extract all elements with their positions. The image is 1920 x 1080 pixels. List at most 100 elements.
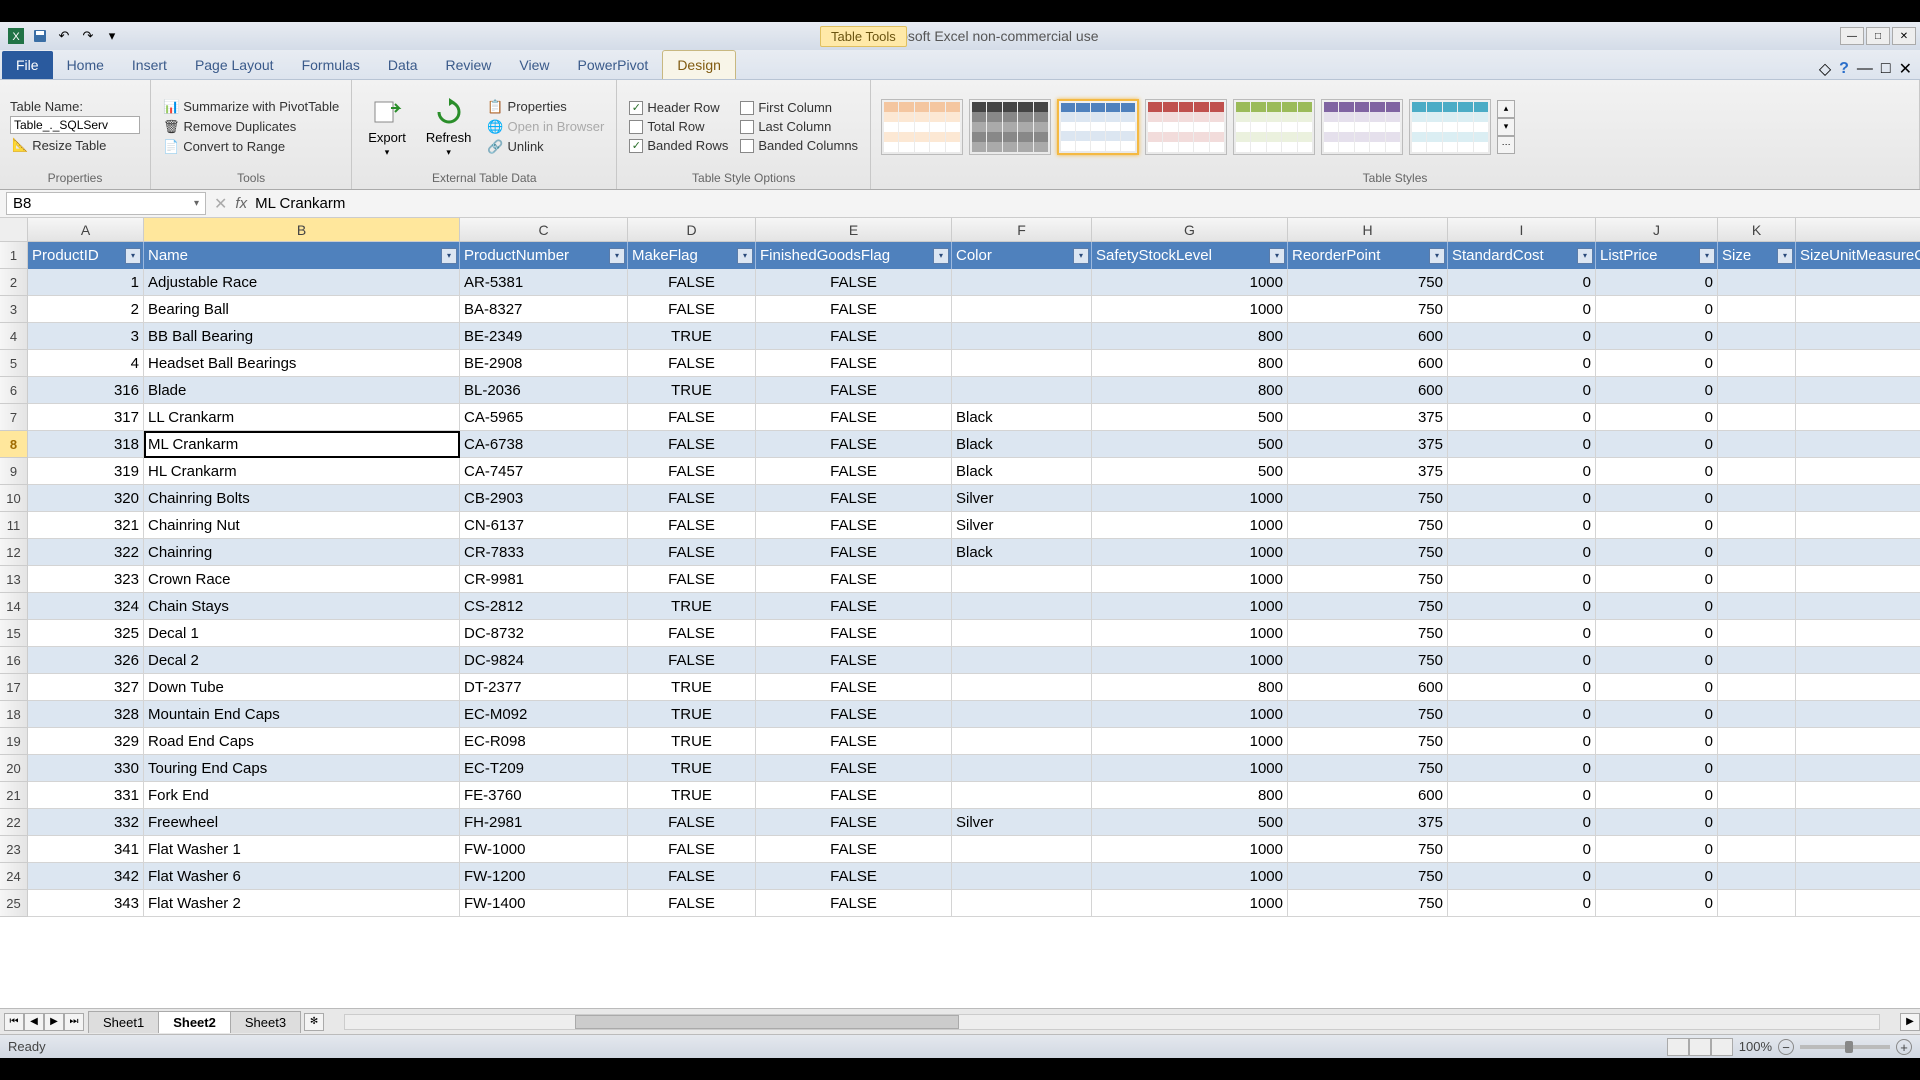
- cell[interactable]: 0: [1448, 377, 1596, 404]
- cell[interactable]: 0: [1596, 539, 1718, 566]
- cell[interactable]: [1796, 377, 1920, 404]
- cell[interactable]: DC-8732: [460, 620, 628, 647]
- cell[interactable]: Mountain End Caps: [144, 701, 460, 728]
- row-header-18[interactable]: 18: [0, 701, 28, 728]
- cell[interactable]: [1718, 350, 1796, 377]
- cell[interactable]: [1718, 674, 1796, 701]
- cell[interactable]: CA-7457: [460, 458, 628, 485]
- export-button[interactable]: Export▾: [362, 92, 412, 162]
- cell[interactable]: 600: [1288, 350, 1448, 377]
- cell[interactable]: 0: [1596, 674, 1718, 701]
- cell[interactable]: CN-6137: [460, 512, 628, 539]
- qat-dropdown-icon[interactable]: ▾: [102, 26, 122, 46]
- table-style-swatch-4[interactable]: [1233, 99, 1315, 155]
- cell[interactable]: 0: [1596, 836, 1718, 863]
- cell[interactable]: [1718, 566, 1796, 593]
- cell[interactable]: FALSE: [756, 674, 952, 701]
- cell[interactable]: [1718, 728, 1796, 755]
- cell[interactable]: [1796, 458, 1920, 485]
- cell[interactable]: Flat Washer 2: [144, 890, 460, 917]
- cell[interactable]: [1796, 539, 1920, 566]
- cell[interactable]: [1796, 647, 1920, 674]
- cell[interactable]: [1718, 863, 1796, 890]
- last-column-checkbox[interactable]: Last Column: [738, 118, 860, 135]
- cell[interactable]: 1000: [1092, 485, 1288, 512]
- row-header-24[interactable]: 24: [0, 863, 28, 890]
- cell[interactable]: 0: [1448, 890, 1596, 917]
- cell[interactable]: Silver: [952, 485, 1092, 512]
- cell[interactable]: FH-2981: [460, 809, 628, 836]
- cell[interactable]: 341: [28, 836, 144, 863]
- cell[interactable]: 0: [1448, 485, 1596, 512]
- workbook-close-icon[interactable]: ✕: [1899, 59, 1912, 79]
- cell[interactable]: 500: [1092, 431, 1288, 458]
- cell[interactable]: 750: [1288, 728, 1448, 755]
- cell[interactable]: FALSE: [628, 404, 756, 431]
- cell[interactable]: FALSE: [756, 431, 952, 458]
- cell[interactable]: 750: [1288, 269, 1448, 296]
- table-style-swatch-5[interactable]: [1321, 99, 1403, 155]
- filter-dropdown-ReorderPoint[interactable]: ▾: [1429, 248, 1445, 264]
- cell[interactable]: TRUE: [628, 377, 756, 404]
- cell[interactable]: 0: [1596, 755, 1718, 782]
- cell[interactable]: 0: [1448, 458, 1596, 485]
- cell[interactable]: 1000: [1092, 269, 1288, 296]
- cell[interactable]: TRUE: [628, 782, 756, 809]
- col-header-E[interactable]: E: [756, 218, 952, 242]
- cell[interactable]: [1796, 701, 1920, 728]
- cell[interactable]: 375: [1288, 431, 1448, 458]
- cell[interactable]: FW-1200: [460, 863, 628, 890]
- cell[interactable]: [952, 647, 1092, 674]
- cell[interactable]: 0: [1448, 782, 1596, 809]
- filter-dropdown-StandardCost[interactable]: ▾: [1577, 248, 1593, 264]
- cell[interactable]: 750: [1288, 890, 1448, 917]
- cell[interactable]: [1796, 836, 1920, 863]
- cell[interactable]: [952, 620, 1092, 647]
- cell[interactable]: 800: [1092, 350, 1288, 377]
- cell[interactable]: BE-2908: [460, 350, 628, 377]
- cell[interactable]: DT-2377: [460, 674, 628, 701]
- row-header-8[interactable]: 8: [0, 431, 28, 458]
- cell[interactable]: 0: [1448, 539, 1596, 566]
- formula-input[interactable]: [255, 195, 1912, 212]
- cell[interactable]: TRUE: [628, 701, 756, 728]
- convert-to-range-button[interactable]: 📄 Convert to Range: [161, 138, 341, 156]
- cell[interactable]: FALSE: [628, 512, 756, 539]
- filter-dropdown-Size[interactable]: ▾: [1777, 248, 1793, 264]
- cell[interactable]: ML Crankarm: [144, 431, 460, 458]
- cell[interactable]: 328: [28, 701, 144, 728]
- row-header-7[interactable]: 7: [0, 404, 28, 431]
- cell[interactable]: 0: [1596, 458, 1718, 485]
- row-header-10[interactable]: 10: [0, 485, 28, 512]
- cell[interactable]: 500: [1092, 809, 1288, 836]
- cell[interactable]: 0: [1448, 566, 1596, 593]
- cell[interactable]: 750: [1288, 701, 1448, 728]
- row-header-5[interactable]: 5: [0, 350, 28, 377]
- table-header-Size[interactable]: Size▾: [1718, 242, 1796, 269]
- cell[interactable]: FALSE: [628, 269, 756, 296]
- close-button[interactable]: ✕: [1892, 27, 1916, 45]
- cell[interactable]: 0: [1596, 512, 1718, 539]
- table-style-swatch-1[interactable]: [969, 99, 1051, 155]
- cell[interactable]: [1796, 728, 1920, 755]
- cell[interactable]: FALSE: [628, 350, 756, 377]
- cell[interactable]: FALSE: [628, 296, 756, 323]
- cell[interactable]: Chainring: [144, 539, 460, 566]
- tab-powerpivot[interactable]: PowerPivot: [564, 51, 663, 79]
- cell[interactable]: [1796, 323, 1920, 350]
- cell[interactable]: [1796, 404, 1920, 431]
- cell[interactable]: FALSE: [756, 890, 952, 917]
- cell[interactable]: 500: [1092, 458, 1288, 485]
- table-style-swatch-3[interactable]: [1145, 99, 1227, 155]
- cell[interactable]: CR-9981: [460, 566, 628, 593]
- table-name-input[interactable]: [10, 116, 140, 134]
- filter-dropdown-ProductID[interactable]: ▾: [125, 248, 141, 264]
- cell[interactable]: 0: [1596, 323, 1718, 350]
- cell[interactable]: [1718, 431, 1796, 458]
- tab-data[interactable]: Data: [374, 51, 432, 79]
- sheet-tab-Sheet3[interactable]: Sheet3: [230, 1011, 301, 1033]
- cell[interactable]: [952, 593, 1092, 620]
- tab-page-layout[interactable]: Page Layout: [181, 51, 288, 79]
- sheet-nav-prev[interactable]: ◀: [24, 1013, 44, 1031]
- cell[interactable]: 750: [1288, 566, 1448, 593]
